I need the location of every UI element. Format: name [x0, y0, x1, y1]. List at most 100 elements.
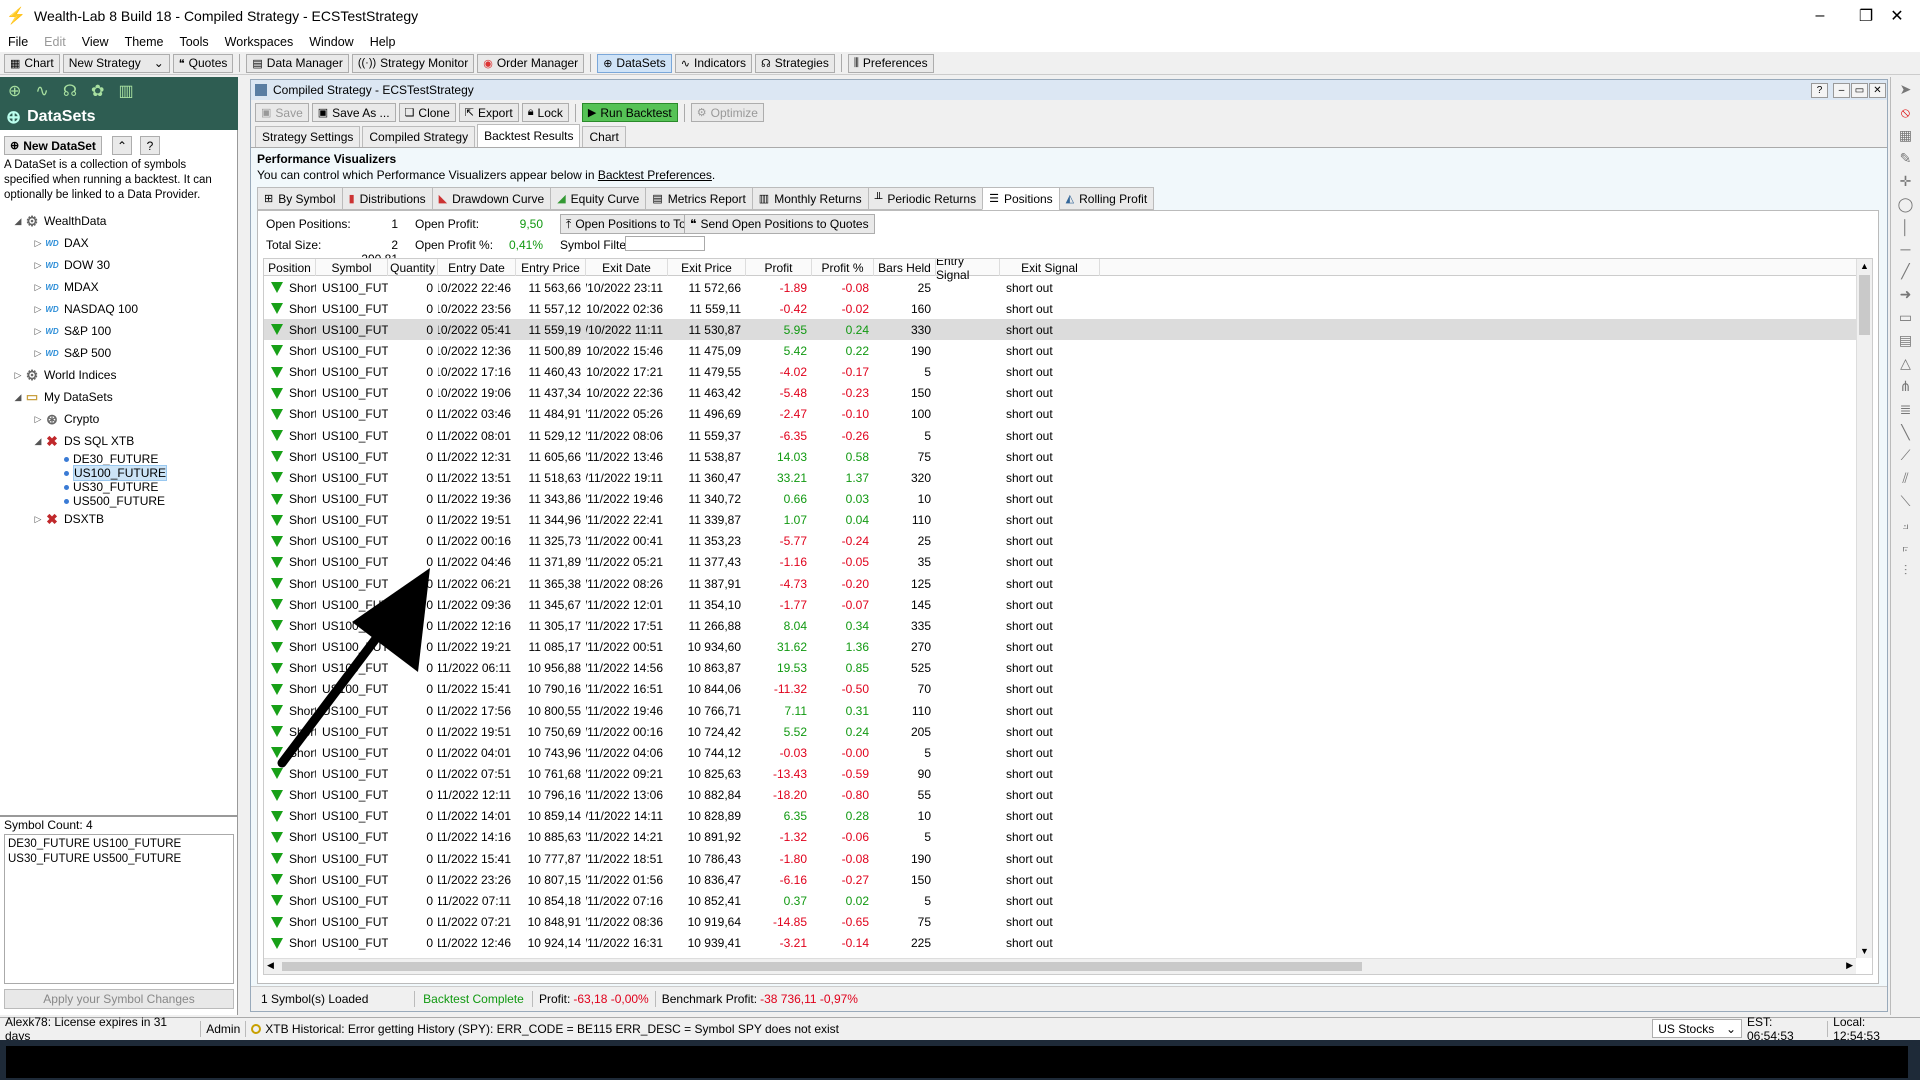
tree-node[interactable]: ▷ WD S&P 500: [0, 342, 238, 364]
rectangle-icon[interactable]: ▭: [1899, 309, 1912, 326]
clone-button[interactable]: ❏ Clone: [398, 103, 456, 122]
menu-window[interactable]: Window: [301, 35, 361, 49]
table-row[interactable]: Short US100_FUT... 0 04/11/2022 15:41 10 777…: [264, 848, 1856, 869]
symbol-filter-input[interactable]: [625, 236, 705, 251]
tab-strategy-settings[interactable]: Strategy Settings: [255, 126, 361, 147]
table-row[interactable]: Short US100_FUT... 0 03/11/2022 17:56 10 800…: [264, 700, 1856, 721]
table-row[interactable]: Short US100_FUT... 0 04/11/2022 14:16 10 885…: [264, 827, 1856, 848]
menu-tools[interactable]: Tools: [171, 35, 216, 49]
table-row[interactable]: Short US100_FUT... 0 01/11/2022 19:36 11 343…: [264, 489, 1856, 510]
fibonacci-icon[interactable]: ≣: [1900, 401, 1912, 418]
optimize-button[interactable]: ⚙ Optimize: [690, 103, 764, 122]
market-select[interactable]: US Stocks ⌄: [1652, 1019, 1742, 1038]
expand-icon[interactable]: ◢: [12, 392, 24, 403]
crosshair-icon[interactable]: ✛: [1900, 173, 1912, 190]
channel-icon[interactable]: ⫽: [1902, 470, 1908, 487]
wave-icon[interactable]: ∿: [35, 81, 48, 101]
send-to-quotes-button[interactable]: ❝ Send Open Positions to Quotes: [684, 214, 875, 234]
tree-node[interactable]: US100_FUTURE: [0, 465, 238, 481]
collapse-all-button[interactable]: ⌃: [112, 136, 132, 155]
export-button[interactable]: ⇱ Export: [458, 103, 519, 122]
vertical-scrollbar[interactable]: ▲ ▼: [1856, 259, 1872, 958]
library-icon[interactable]: ▥: [118, 81, 133, 101]
symbol-list-editor[interactable]: DE30_FUTURE US100_FUTURE US30_FUTURE US5…: [4, 834, 234, 984]
minimize-icon[interactable]: –: [1797, 0, 1843, 32]
table-row[interactable]: Short US100_FUT... 0 31/10/2022 17:16 11 460…: [264, 362, 1856, 383]
molecule-icon[interactable]: ✿: [91, 81, 104, 101]
quotes-button[interactable]: ❝ Quotes: [172, 53, 234, 73]
menu-edit[interactable]: Edit: [36, 35, 74, 49]
datasets-button[interactable]: ⊕ DataSets: [597, 53, 672, 73]
scroll-up-icon[interactable]: ▲: [1860, 261, 1869, 271]
tab-rolling-profit[interactable]: ◭ Rolling Profit: [1058, 187, 1155, 210]
strategy-monitor-button[interactable]: ((·)) Strategy Monitor: [351, 53, 475, 73]
tree-node[interactable]: US30_FUTURE: [0, 480, 238, 494]
expand-icon[interactable]: ◢: [32, 436, 44, 447]
run-backtest-button[interactable]: ▶ Run Backtest: [581, 103, 678, 122]
tab-equity-curve[interactable]: ◢ Equity Curve: [550, 187, 647, 210]
regression-icon[interactable]: ⟍: [1901, 493, 1911, 510]
table-row[interactable]: Short US100_FUT... 0 31/10/2022 19:06 11 437…: [264, 383, 1856, 404]
column-header[interactable]: Bars Held: [874, 259, 936, 276]
table-row[interactable]: Short US100_FUT... 0 02/11/2022 12:16 11 305…: [264, 615, 1856, 636]
globe-icon[interactable]: ⊕: [8, 81, 21, 101]
table-row[interactable]: Short US100_FUT... 0 02/11/2022 04:46 11 371…: [264, 552, 1856, 573]
table-row[interactable]: Short US100_FUT... 0 04/11/2022 04:01 10 743…: [264, 742, 1856, 763]
table-row[interactable]: Short US100_FUT... 0 01/11/2022 19:51 11 344…: [264, 510, 1856, 531]
tree-node[interactable]: ◢ ✖ DS SQL XTB: [0, 430, 238, 452]
expand-icon[interactable]: ▷: [32, 304, 44, 315]
column-header[interactable]: Quantity: [388, 259, 438, 276]
expand-icon[interactable]: ◢: [12, 216, 24, 227]
cursor-icon[interactable]: ➤: [1900, 81, 1912, 98]
backtest-preferences-link[interactable]: Backtest Preferences: [598, 168, 712, 182]
apply-symbol-changes-button[interactable]: Apply your Symbol Changes: [4, 989, 234, 1009]
pitchfork-icon[interactable]: ⋔: [1900, 378, 1912, 395]
column-header[interactable]: Entry Price: [516, 259, 586, 276]
tab-metrics-report[interactable]: ▤ Metrics Report: [645, 187, 753, 210]
column-header[interactable]: Symbol: [316, 259, 388, 276]
table-row[interactable]: Short US100_FUT... 0 04/11/2022 12:11 10 796…: [264, 785, 1856, 806]
tree-node[interactable]: ▷ WD DOW 30: [0, 254, 238, 276]
gann-icon[interactable]: ⟔: [1902, 539, 1909, 556]
save-button[interactable]: ▣ Save: [255, 103, 309, 122]
tree-node[interactable]: ▷ WD DAX: [0, 232, 238, 254]
text-icon[interactable]: ▤: [1899, 332, 1912, 349]
preferences-button[interactable]: ⫼ Preferences: [847, 53, 934, 73]
column-header[interactable]: Exit Signal: [1000, 259, 1100, 276]
pencil-icon[interactable]: ✎: [1900, 150, 1912, 167]
tab-periodic-returns[interactable]: ╨ Periodic Returns: [867, 187, 984, 210]
tree-node[interactable]: ▷ WD MDAX: [0, 276, 238, 298]
table-row[interactable]: Short US100_FUT... 0 01/11/2022 12:31 11 605…: [264, 446, 1856, 467]
table-row[interactable]: Short US100_FUT... 0 04/11/2022 14:01 10 859…: [264, 806, 1856, 827]
tree-node[interactable]: ▷ ✖ DSXTB: [0, 508, 238, 530]
brain-icon[interactable]: ☊: [63, 81, 77, 101]
column-header[interactable]: Exit Date: [586, 259, 668, 276]
column-header[interactable]: Entry Signal: [936, 259, 1000, 282]
tree-node[interactable]: ◢ ⚙ WealthData: [0, 210, 238, 232]
scroll-right-icon[interactable]: ▶: [1846, 960, 1853, 971]
table-row[interactable]: Short US100_FUT... 0 01/11/2022 13:51 11 518…: [264, 467, 1856, 488]
table-row[interactable]: Short US100_FUT... 0 07/11/2022 07:11 10 854…: [264, 890, 1856, 911]
tree-node[interactable]: ▷ ⊛ Crypto: [0, 408, 238, 430]
lock-button[interactable]: 🔒︎ Lock: [521, 103, 569, 122]
menu-theme[interactable]: Theme: [117, 35, 172, 49]
tab-by-symbol[interactable]: ⊞ By Symbol: [257, 187, 343, 210]
scroll-thumb[interactable]: [1859, 275, 1870, 335]
save-as-button[interactable]: ▣ Save As ...: [311, 103, 396, 122]
ray-icon[interactable]: ⟋: [1901, 447, 1911, 464]
table-row[interactable]: Short US100_FUT... 0 03/11/2022 19:51 10 750…: [264, 721, 1856, 742]
table-row[interactable]: Short US100_FUT... 0 01/11/2022 08:01 11 529…: [264, 425, 1856, 446]
tree-node[interactable]: ▷ WD S&P 100: [0, 320, 238, 342]
table-row[interactable]: Short US100_FUT... 0 02/11/2022 09:36 11 345…: [264, 594, 1856, 615]
tree-node[interactable]: ▷ WD NASDAQ 100: [0, 298, 238, 320]
table-row[interactable]: Short US100_FUT... 0 02/11/2022 00:16 11 325…: [264, 531, 1856, 552]
table-row[interactable]: Short US100_FUT... 0 04/11/2022 07:51 10 761…: [264, 763, 1856, 784]
scroll-left-icon[interactable]: ◀: [267, 960, 274, 971]
expand-icon[interactable]: ▷: [32, 282, 44, 293]
table-row[interactable]: Short US100_FUT... 0 03/11/2022 15:41 10 790…: [264, 679, 1856, 700]
scroll-down-icon[interactable]: ▼: [1860, 946, 1869, 956]
column-header[interactable]: Position: [264, 259, 316, 276]
tab-drawdown-curve[interactable]: ◣ Drawdown Curve: [431, 187, 552, 210]
table-row[interactable]: Short US100_FUT... 0 30/10/2022 23:56 11 557…: [264, 298, 1856, 319]
table-row[interactable]: Short US100_FUT... 0 31/10/2022 05:41 11 559…: [264, 319, 1856, 341]
